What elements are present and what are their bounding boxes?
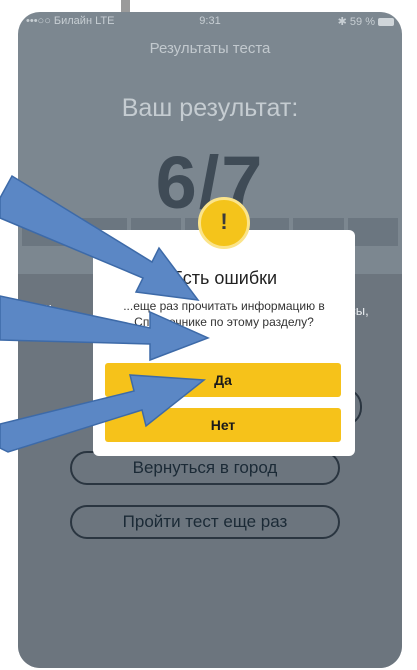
annotation-arrow-icon <box>0 374 206 453</box>
annotation-arrows <box>0 174 210 453</box>
annotation-arrow-icon <box>0 174 200 301</box>
annotation-arrow-icon <box>0 295 210 362</box>
